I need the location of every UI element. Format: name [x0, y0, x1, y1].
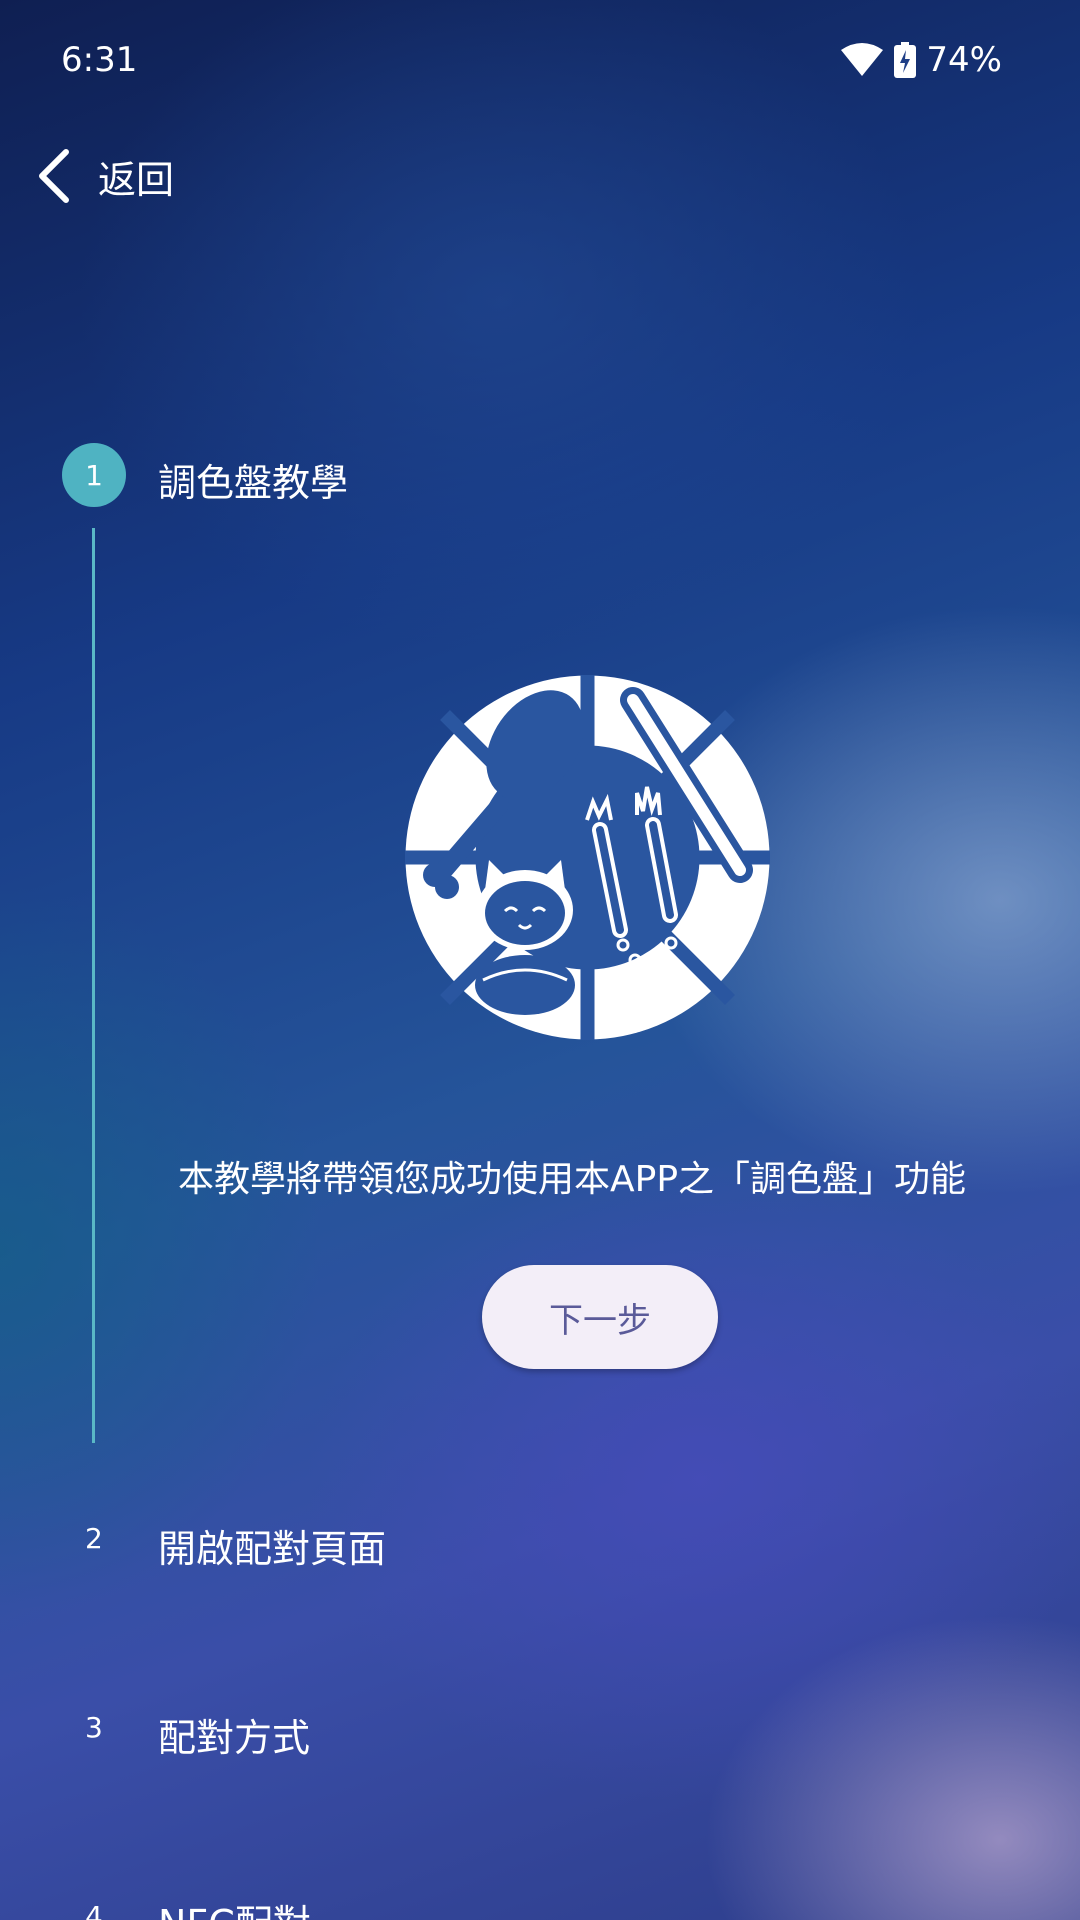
palette-logo: [405, 675, 770, 1040]
step-3-number: 3: [85, 1711, 103, 1744]
battery-percent: 74%: [926, 40, 1002, 80]
palette-logo-image: [405, 675, 770, 1040]
step-connector-line: [92, 528, 95, 1443]
next-step-button[interactable]: 下一步: [482, 1265, 718, 1369]
step-3-title[interactable]: 配對方式: [158, 1707, 310, 1762]
back-label: 返回: [98, 157, 175, 202]
status-time: 6:31: [61, 40, 138, 80]
wifi-icon: [841, 43, 884, 76]
step-1-indicator: 1: [62, 443, 126, 507]
step-2-title[interactable]: 開啟配對頁面: [158, 1518, 386, 1573]
chevron-left-icon: [39, 149, 69, 203]
step-4-title[interactable]: NFC配對: [158, 1893, 311, 1920]
step-4-number: 4: [85, 1900, 103, 1920]
step-1-title[interactable]: 調色盤教學: [158, 452, 348, 507]
battery-charging-icon: [894, 42, 917, 78]
status-icons: 74%: [840, 40, 1002, 80]
screen: 6:31 74% 返回 1 調色盤教學 本教學將帶領您成功使用本APP之「調色盤…: [0, 0, 1080, 1920]
back-button[interactable]: 返回: [36, 148, 174, 204]
step-1-description: 本教學將帶領您成功使用本APP之「調色盤」功能: [178, 1159, 967, 1200]
step-2-number: 2: [85, 1522, 103, 1555]
